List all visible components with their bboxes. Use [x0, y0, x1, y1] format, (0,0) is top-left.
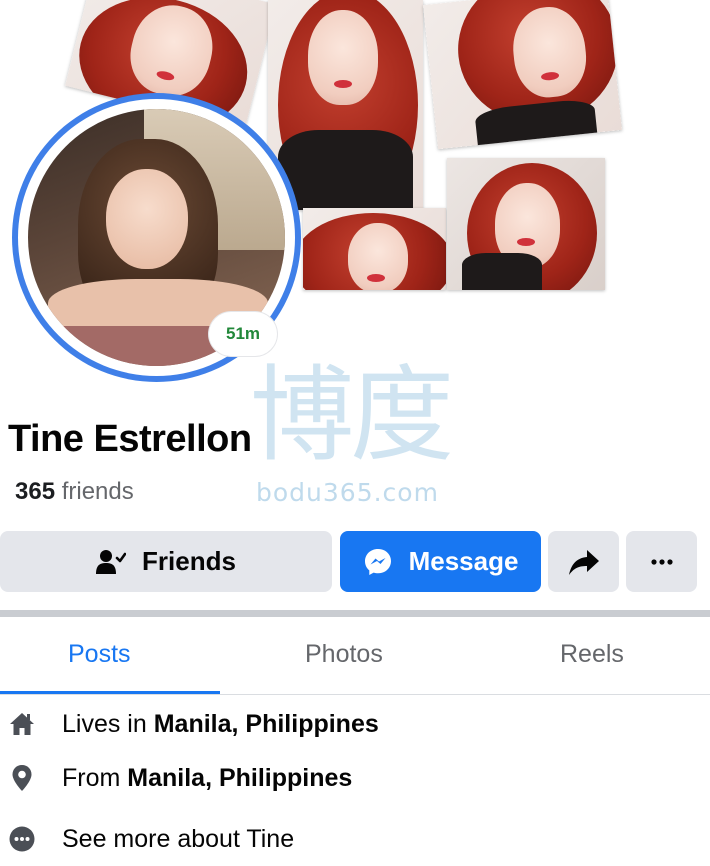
intro-from: From Manila, Philippines	[0, 758, 710, 798]
profile-name: Tine Estrellon	[8, 418, 252, 460]
watermark-text: bodu365.com	[256, 478, 439, 507]
home-icon	[2, 712, 42, 736]
friends-count-link[interactable]: 365 friends	[15, 478, 134, 506]
more-dots-icon	[2, 826, 42, 852]
cover-collage-photo	[303, 208, 446, 290]
friends-icon	[96, 549, 127, 575]
tabs-divider	[0, 694, 710, 695]
watermark-glyphs: 博度	[250, 354, 454, 476]
more-options-button[interactable]	[626, 531, 697, 592]
intro-lives-in: Lives in Manila, Philippines	[0, 704, 710, 744]
share-icon	[568, 548, 600, 576]
message-button[interactable]: Message	[340, 531, 541, 592]
friends-word: friends	[61, 478, 134, 505]
tab-photos[interactable]: Photos	[305, 640, 383, 669]
active-status-badge: 51m	[209, 312, 277, 356]
see-more-about-link[interactable]: See more about Tine	[0, 819, 710, 859]
lives-prefix: Lives in	[62, 709, 147, 738]
lives-place[interactable]: Manila, Philippines	[154, 710, 379, 739]
messenger-icon	[363, 547, 393, 577]
friends-button-label: Friends	[142, 546, 236, 576]
friends-count: 365	[15, 478, 56, 505]
section-divider	[0, 610, 710, 617]
tab-posts[interactable]: Posts	[68, 640, 131, 669]
share-button[interactable]	[548, 531, 619, 592]
more-icon	[650, 558, 673, 565]
from-place[interactable]: Manila, Philippines	[127, 764, 352, 793]
friends-button[interactable]: Friends	[0, 531, 332, 592]
cover-collage-photo	[422, 0, 623, 150]
from-prefix: From	[62, 763, 121, 792]
see-more-label: See more about Tine	[62, 824, 295, 853]
cover-collage-photo	[447, 158, 605, 290]
location-pin-icon	[2, 764, 42, 792]
tab-reels[interactable]: Reels	[560, 640, 624, 669]
watermark: 博度 bodu365.com	[250, 360, 460, 510]
message-button-label: Message	[408, 546, 519, 576]
cover-collage-photo	[268, 0, 423, 210]
